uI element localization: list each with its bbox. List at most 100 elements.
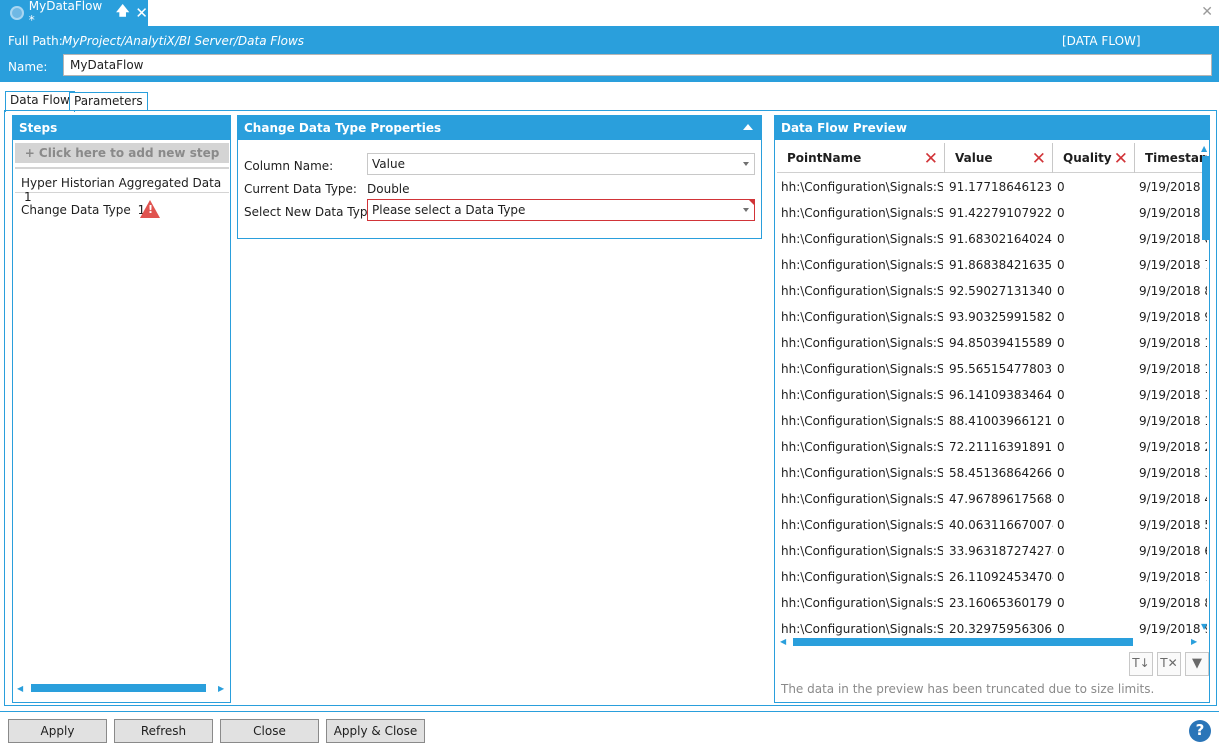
scroll-right-arrow[interactable]: ▶ [218, 684, 224, 693]
column-header-value[interactable]: Value ✕ [945, 143, 1053, 173]
table-cell: 9/19/2018 1 [1139, 362, 1207, 376]
steps-horizontal-scrollbar[interactable] [31, 684, 206, 692]
table-cell: hh:\Configuration\Signals:Sine [781, 544, 943, 558]
table-cell: 9/19/2018 8 [1139, 596, 1207, 610]
column-name-select[interactable]: Value [367, 153, 755, 175]
table-cell: 0 [1057, 362, 1065, 376]
scroll-left-arrow[interactable]: ◀ [17, 684, 23, 693]
table-cell: 9/19/2018 4 [1139, 180, 1207, 194]
table-cell: 0 [1057, 570, 1065, 584]
table-row[interactable]: hh:\Configuration\Signals:Sine 92.5902713… [777, 277, 1207, 303]
filter-icon[interactable]: ▼ [1185, 652, 1209, 676]
validation-error-marker [749, 200, 754, 205]
apply-button[interactable]: Apply [8, 719, 107, 743]
scroll-down-arrow[interactable]: ▼ [1201, 622, 1207, 631]
remove-column-icon[interactable]: ✕ [1114, 149, 1128, 169]
table-row[interactable]: hh:\Configuration\Signals:Sine 88.4100396… [777, 407, 1207, 433]
remove-column-icon[interactable]: ✕ [924, 149, 938, 169]
scroll-left-arrow[interactable]: ◀ [780, 637, 786, 646]
table-cell: 47.9678961756847 [949, 492, 1053, 506]
table-row[interactable]: hh:\Configuration\Signals:Sine 47.9678961… [777, 485, 1207, 511]
tab-parameters[interactable]: Parameters [69, 92, 148, 110]
add-step-button[interactable]: + Click here to add new step [15, 143, 229, 163]
table-cell: 9/19/2018 1 [1139, 388, 1207, 402]
table-row[interactable]: hh:\Configuration\Signals:Sine 96.1410938… [777, 381, 1207, 407]
table-row[interactable]: hh:\Configuration\Signals:Sine 93.9032599… [777, 303, 1207, 329]
table-row[interactable]: hh:\Configuration\Signals:Sine 23.1606536… [777, 589, 1207, 615]
properties-panel: Change Data Type Properties Column Name:… [237, 115, 762, 239]
remove-column-icon[interactable]: ✕ [1032, 149, 1046, 169]
table-cell: 0 [1057, 336, 1065, 350]
full-path-label: Full Path: [8, 34, 63, 48]
table-cell: hh:\Configuration\Signals:Sine [781, 206, 943, 220]
column-header-pointname[interactable]: PointName ✕ [777, 143, 945, 173]
scroll-right-arrow[interactable]: ▶ [1191, 637, 1197, 646]
column-header-quality[interactable]: Quality ✕ [1053, 143, 1135, 173]
table-cell: hh:\Configuration\Signals:Sine [781, 258, 943, 272]
object-kind: [DATA FLOW] [1062, 34, 1141, 48]
close-icon[interactable]: ✕ [135, 4, 148, 22]
table-row[interactable]: hh:\Configuration\Signals:Sine 91.1771864… [777, 173, 1207, 199]
table-cell: 20.3297595630677 [949, 622, 1053, 636]
table-cell: 9/19/2018 6 [1139, 544, 1207, 558]
name-label: Name: [8, 60, 48, 74]
table-cell: 96.141093834642 [949, 388, 1053, 402]
window-close-icon[interactable]: ✕ [1201, 4, 1213, 20]
apply-and-close-button[interactable]: Apply & Close [326, 719, 425, 743]
table-row[interactable]: hh:\Configuration\Signals:Sine 91.4227910… [777, 199, 1207, 225]
table-row[interactable]: hh:\Configuration\Signals:Sine 26.1109245… [777, 563, 1207, 589]
clear-sort-icon[interactable]: T✕ [1157, 652, 1181, 676]
new-data-type-select[interactable]: Please select a Data Type [367, 199, 755, 221]
collapse-icon[interactable] [743, 124, 753, 130]
table-row[interactable]: hh:\Configuration\Signals:Sine 91.6830216… [777, 225, 1207, 251]
table-row[interactable]: hh:\Configuration\Signals:Sine 20.3297595… [777, 615, 1207, 639]
table-row[interactable]: hh:\Configuration\Signals:Sine 40.0631166… [777, 511, 1207, 537]
table-row[interactable]: hh:\Configuration\Signals:Sine 58.4513686… [777, 459, 1207, 485]
step-hyper-historian-aggregated-data[interactable]: Hyper Historian Aggregated Data 1 [15, 167, 229, 204]
table-cell: 0 [1057, 206, 1065, 220]
refresh-button[interactable]: Refresh [114, 719, 213, 743]
table-cell: 0 [1057, 466, 1065, 480]
preview-vertical-scrollbar[interactable] [1202, 156, 1210, 240]
warning-icon: ! [140, 200, 160, 218]
tab-data-flow[interactable]: Data Flow [5, 91, 75, 112]
gear-icon [10, 6, 24, 20]
table-row[interactable]: hh:\Configuration\Signals:Sine 95.5651547… [777, 355, 1207, 381]
chevron-down-icon [743, 208, 749, 212]
table-row[interactable]: hh:\Configuration\Signals:Sine 91.8683842… [777, 251, 1207, 277]
sort-column-icon[interactable]: T↓ [1129, 652, 1153, 676]
data-flow-preview-panel: Data Flow Preview PointName ✕ Value ✕ Qu… [774, 115, 1210, 703]
table-cell: hh:\Configuration\Signals:Sine [781, 518, 943, 532]
table-cell: 92.5902713134002 [949, 284, 1053, 298]
table-cell: 9/19/2018 7 [1139, 258, 1207, 272]
table-cell: hh:\Configuration\Signals:Sine [781, 570, 943, 584]
table-row[interactable]: hh:\Configuration\Signals:Sine 94.8503941… [777, 329, 1207, 355]
table-row[interactable]: hh:\Configuration\Signals:Sine 72.2111639… [777, 433, 1207, 459]
column-header-timestamp[interactable]: Timestam [1135, 143, 1207, 173]
table-cell: 0 [1057, 414, 1065, 428]
scroll-up-arrow[interactable]: ▲ [1201, 144, 1207, 153]
name-input[interactable] [63, 54, 1212, 76]
preview-grid: PointName ✕ Value ✕ Quality ✕ Timestam h… [777, 143, 1207, 639]
table-cell: 0 [1057, 544, 1065, 558]
table-cell: 0 [1057, 388, 1065, 402]
table-cell: 9/19/2018 3 [1139, 466, 1207, 480]
table-cell: 95.5651547780307 [949, 362, 1053, 376]
table-cell: hh:\Configuration\Signals:Sine [781, 232, 943, 246]
pin-icon[interactable]: 🡅 [116, 2, 129, 24]
table-cell: 23.1606536017931 [949, 596, 1053, 610]
preview-horizontal-scrollbar[interactable] [793, 638, 1133, 646]
footer-divider [0, 711, 1219, 712]
step-label: Hyper Historian Aggregated Data [21, 176, 222, 190]
truncation-note: The data in the preview has been truncat… [781, 682, 1155, 696]
help-icon[interactable]: ? [1189, 720, 1211, 742]
table-cell: 91.8683842163557 [949, 258, 1053, 272]
close-button[interactable]: Close [220, 719, 319, 743]
document-tab[interactable]: MyDataFlow * 🡅 ✕ [0, 0, 148, 27]
table-row[interactable]: hh:\Configuration\Signals:Sine 33.9631872… [777, 537, 1207, 563]
step-label: Change Data Type [21, 203, 131, 217]
steps-panel: Steps + Click here to add new step Hyper… [12, 115, 231, 703]
step-change-data-type[interactable]: Change Data Type 1 ! [15, 196, 229, 224]
table-cell: 0 [1057, 622, 1065, 636]
table-cell: 0 [1057, 180, 1065, 194]
